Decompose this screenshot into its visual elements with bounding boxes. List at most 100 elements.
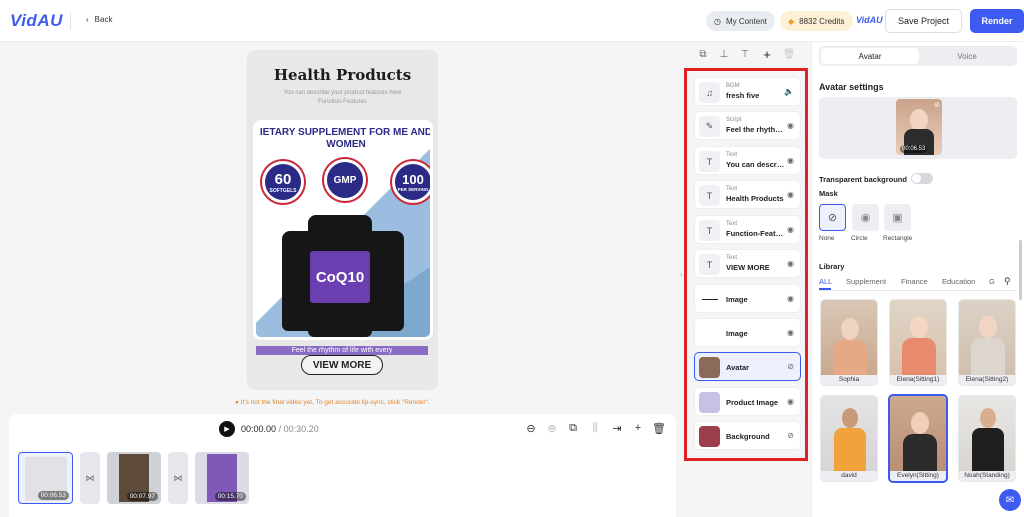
badge-text: SOFTGELS: [269, 187, 297, 194]
preview-subtitle[interactable]: You can describe your product features h…: [247, 90, 438, 96]
lipsync-warning: ● It's not the final video yet, To get a…: [235, 399, 430, 406]
avatar-body: [971, 338, 1005, 375]
view-more-button[interactable]: VIEW MORE: [301, 355, 383, 375]
avatar-face: [841, 318, 859, 340]
softgels-badge: 60 SOFTGELS: [262, 161, 304, 203]
distribute-icon[interactable]: ⊤: [739, 48, 751, 60]
gem-icon: ◆: [788, 16, 795, 26]
bottle-label: CoQ10: [310, 251, 370, 303]
time-readout: 00:00.00 / 00:30.20: [241, 424, 319, 434]
credits-badge[interactable]: ◆ 8832 Credits: [780, 11, 853, 31]
mask-none-label: None: [819, 235, 835, 242]
badge-text: PER SERVING: [397, 187, 429, 192]
transition-button-2[interactable]: ⋈: [168, 452, 188, 504]
avatar-card-sophia[interactable]: Sophia: [820, 299, 878, 386]
align-icon[interactable]: ⊥: [718, 48, 730, 60]
filter-icon[interactable]: ⚲: [1004, 276, 1011, 287]
copy-icon[interactable]: ⧉: [697, 48, 709, 60]
library-scrollbar[interactable]: [1019, 240, 1022, 300]
tab-voice[interactable]: Voice: [919, 48, 1015, 64]
avatar-card-noah-standing[interactable]: Noah(Standing): [958, 395, 1016, 482]
my-content-label: My Content: [725, 16, 767, 26]
rectangle-mask-icon: ▣: [892, 212, 903, 224]
avatar-settings-heading: Avatar settings: [819, 82, 884, 92]
library-tab-education[interactable]: Education: [942, 277, 975, 286]
avatar-face: [910, 109, 928, 131]
mask-none-option[interactable]: ⊘: [819, 204, 846, 231]
library-tab-supplement[interactable]: Supplement: [846, 277, 886, 286]
transparent-bg-label: Transparent background: [819, 175, 907, 184]
transition-button-1[interactable]: ⋈: [80, 452, 100, 504]
mask-circle-label: Circle: [851, 235, 868, 242]
timeline-clip-1[interactable]: 00:06.53: [18, 452, 73, 504]
badge-number: 60: [274, 170, 292, 188]
avatar-body: [972, 428, 1004, 471]
highlight-box: [684, 68, 808, 461]
avatar-name: david: [841, 472, 857, 479]
timeline-clip-2[interactable]: 00:07.97: [107, 452, 161, 504]
zoom-in-icon[interactable]: ⊕: [545, 421, 559, 435]
collapse-handle-icon[interactable]: ›: [680, 270, 683, 279]
delete-icon[interactable]: 🗑: [652, 421, 666, 435]
chevron-left-icon: ‹: [86, 15, 89, 24]
add-layer-icon[interactable]: +: [761, 47, 773, 62]
video-preview-card[interactable]: Health Products You can describe your pr…: [247, 50, 438, 390]
mask-rectangle-option[interactable]: ▣: [884, 204, 911, 231]
library-heading: Library: [819, 262, 845, 271]
vidau-logo[interactable]: VidAU: [10, 11, 63, 31]
badge-number: 100: [402, 172, 424, 187]
avatar-face: [911, 412, 929, 434]
library-tab-all[interactable]: ALL: [819, 277, 832, 286]
back-button[interactable]: ‹ Back: [86, 15, 112, 24]
avatar-body: [834, 428, 866, 471]
badge-text: GMP: [333, 174, 357, 186]
my-content-button[interactable]: ◷ My Content: [706, 11, 775, 31]
product-headline: IETARY SUPPLEMENT FOR ME AND WOMEN: [259, 127, 433, 150]
play-button[interactable]: ▶: [219, 421, 235, 437]
duplicate-icon[interactable]: ⧉: [566, 421, 580, 435]
preview-subtitle-features[interactable]: Function-Features: [247, 99, 438, 105]
zoom-out-icon[interactable]: ⊖: [524, 421, 538, 435]
avatar-name: Elena(Sitting1): [896, 376, 940, 383]
avatar-card-elena-sitting2[interactable]: Elena(Sitting2): [958, 299, 1016, 386]
avatar-card-evelyn-sitting[interactable]: Evelyn(Sitting): [888, 394, 948, 483]
tagline-strip[interactable]: Feel the rhythm of life with every: [256, 346, 428, 355]
avatar-card-david[interactable]: david: [820, 395, 878, 482]
vidau-small-logo[interactable]: VidAU: [856, 15, 883, 25]
avatar-card-elena-sitting1[interactable]: Elena(Sitting1): [889, 299, 947, 386]
total-time: / 00:30.20: [278, 424, 319, 434]
chat-support-button[interactable]: ✉: [999, 489, 1021, 511]
avatar-preview-thumbnail[interactable]: ⊘ 00:06.53: [896, 99, 942, 155]
clip-duration: 00:15.70: [214, 492, 246, 501]
avatar-body: [903, 434, 937, 471]
chat-icon: ✉: [1005, 494, 1015, 506]
avatar-name: Noah(Standing): [964, 472, 1010, 479]
clip-duration: 00:06.53: [37, 491, 69, 500]
split-icon[interactable]: ⫼: [588, 421, 602, 435]
eye-hidden-icon[interactable]: ⊘: [934, 101, 940, 109]
add-icon[interactable]: +: [631, 421, 645, 435]
avatar-name: Elena(Sitting2): [965, 376, 1009, 383]
current-time: 00:00.00: [241, 424, 277, 434]
credits-label: 8832 Credits: [799, 16, 845, 26]
preview-title[interactable]: Health Products: [247, 66, 438, 84]
mask-circle-option[interactable]: ◉: [852, 204, 879, 231]
tab-avatar[interactable]: Avatar: [821, 48, 919, 64]
clip-duration: 00:07.97: [126, 492, 158, 501]
timeline-clip-3[interactable]: 00:15.70: [195, 452, 249, 504]
save-project-button[interactable]: Save Project: [885, 9, 962, 33]
serving-badge: 100 PER SERVING: [392, 161, 430, 203]
avatar-face: [842, 408, 858, 428]
render-button[interactable]: Render: [970, 9, 1024, 33]
mask-label: Mask: [819, 189, 838, 198]
library-tab-finance[interactable]: Finance: [901, 277, 928, 286]
avatar-name: Sophia: [838, 376, 860, 383]
avatar-body: [902, 338, 936, 375]
trash-icon[interactable]: 🗑: [783, 48, 796, 60]
mask-rectangle-label: Rectangle: [883, 235, 913, 242]
insert-icon[interactable]: ⇥: [610, 421, 624, 435]
library-tab-more[interactable]: G: [989, 277, 995, 286]
warning-text: It's not the final video yet, To get acc…: [240, 399, 430, 406]
product-image[interactable]: IETARY SUPPLEMENT FOR ME AND WOMEN 60 SO…: [253, 120, 433, 340]
transparent-bg-toggle[interactable]: [911, 173, 933, 184]
